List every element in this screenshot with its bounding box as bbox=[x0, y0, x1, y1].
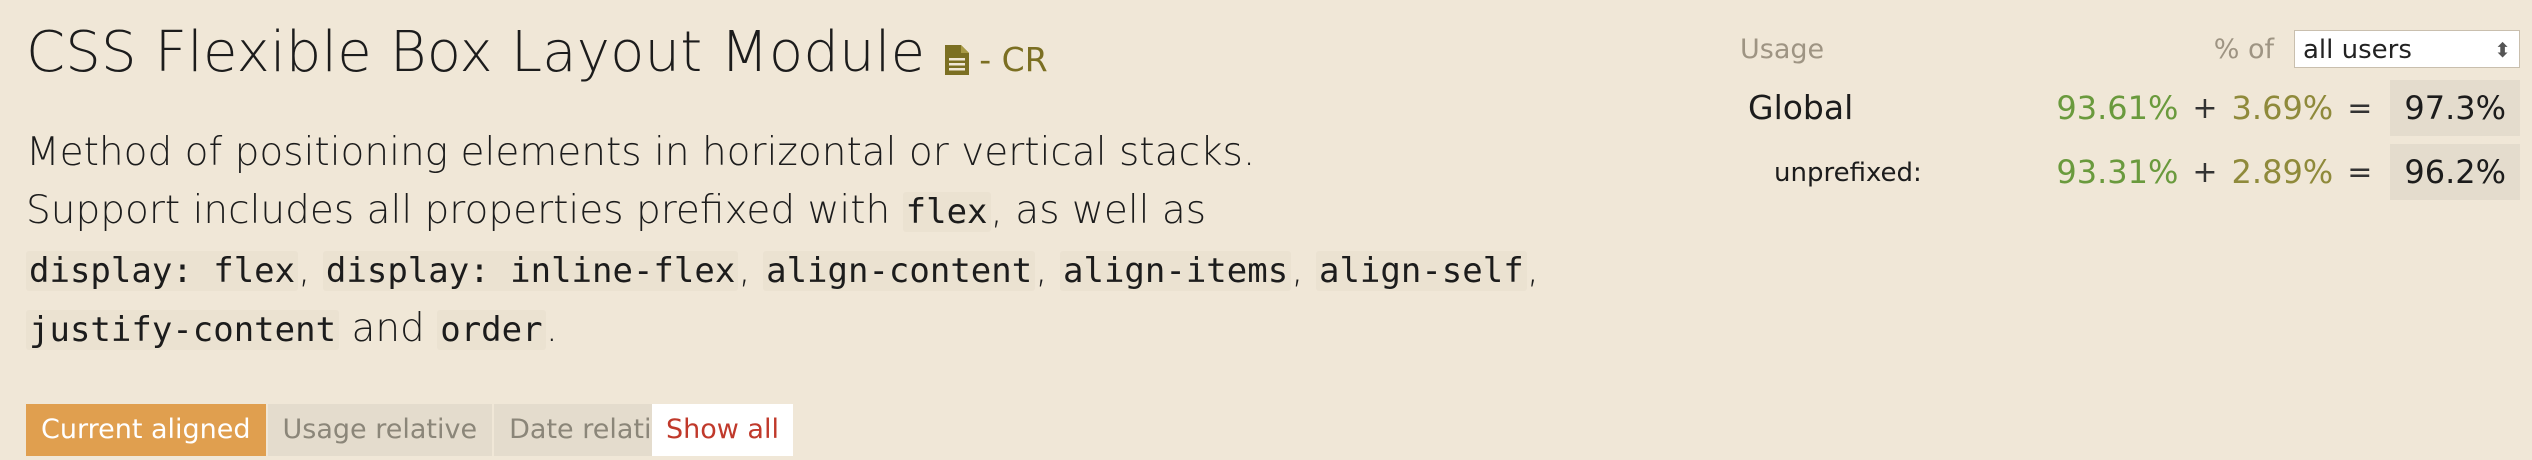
current-aligned-button[interactable]: Current aligned bbox=[26, 404, 268, 456]
global-total: 97.3% bbox=[2390, 80, 2520, 136]
sep: , bbox=[738, 247, 764, 292]
code-align-self: align-self bbox=[1315, 251, 1527, 291]
updown-arrow-icon: ⬍ bbox=[2494, 38, 2511, 62]
usage-header: Usage % of all users ⬍ bbox=[1740, 28, 2520, 76]
sep: , bbox=[1526, 247, 1540, 292]
usage-relative-button[interactable]: Usage relative bbox=[267, 404, 495, 456]
sep: , bbox=[1035, 247, 1061, 292]
global-numbers: 93.61% + 3.69% = 97.3% bbox=[2056, 80, 2520, 136]
document-icon[interactable] bbox=[945, 45, 970, 79]
spec-status[interactable]: - CR bbox=[979, 40, 1047, 79]
unprefixed-full-support: 93.31% bbox=[2056, 153, 2179, 191]
description-line1: Method of positioning elements in horizo… bbox=[26, 130, 1256, 175]
sep: , bbox=[1291, 247, 1316, 292]
view-toggle-group: Current aligned Usage relative Date rela… bbox=[26, 404, 702, 456]
description-support-intro: Support includes all properties prefixed… bbox=[26, 188, 903, 233]
code-display-flex: display: flex bbox=[26, 251, 299, 291]
description-as-well: , as well as bbox=[990, 188, 1207, 233]
usage-panel: Usage % of all users ⬍ Global 93.61% + 3… bbox=[1740, 28, 2520, 204]
title-row: CSS Flexible Box Layout Module - CR bbox=[26, 20, 1048, 85]
sep: . bbox=[545, 306, 558, 351]
equals-sign: = bbox=[2347, 154, 2373, 190]
plus-sign: + bbox=[2192, 154, 2218, 190]
code-align-items: align-items bbox=[1060, 251, 1292, 291]
usage-row-global: Global 93.61% + 3.69% = 97.3% bbox=[1740, 76, 2520, 140]
global-partial-support: 3.69% bbox=[2231, 89, 2334, 127]
code-order: order bbox=[437, 310, 546, 350]
code-flex: flex bbox=[902, 192, 991, 232]
global-full-support: 93.61% bbox=[2056, 89, 2179, 127]
code-align-content: align-content bbox=[763, 251, 1036, 291]
global-label: Global bbox=[1748, 88, 1854, 127]
unprefixed-numbers: 93.31% + 2.89% = 96.2% bbox=[2056, 144, 2520, 200]
pct-of-label: % of bbox=[2213, 34, 2274, 65]
show-all-button[interactable]: Show all bbox=[652, 404, 793, 456]
usage-label: Usage bbox=[1740, 34, 1825, 65]
plus-sign: + bbox=[2192, 90, 2218, 126]
sep: and bbox=[339, 306, 438, 351]
usage-row-unprefixed: unprefixed: 93.31% + 2.89% = 96.2% bbox=[1740, 140, 2520, 204]
code-justify-content: justify-content bbox=[26, 310, 340, 350]
sep: , bbox=[298, 247, 323, 292]
users-select[interactable]: all users ⬍ bbox=[2294, 30, 2520, 68]
unprefixed-label: unprefixed: bbox=[1774, 158, 1922, 188]
feature-title: CSS Flexible Box Layout Module bbox=[26, 20, 926, 85]
feature-description: Method of positioning elements in horizo… bbox=[26, 124, 1666, 359]
unprefixed-partial-support: 2.89% bbox=[2231, 153, 2334, 191]
users-select-value: all users bbox=[2303, 35, 2412, 65]
unprefixed-total: 96.2% bbox=[2390, 144, 2520, 200]
code-display-inline-flex: display: inline-flex bbox=[322, 251, 739, 291]
equals-sign: = bbox=[2347, 90, 2373, 126]
